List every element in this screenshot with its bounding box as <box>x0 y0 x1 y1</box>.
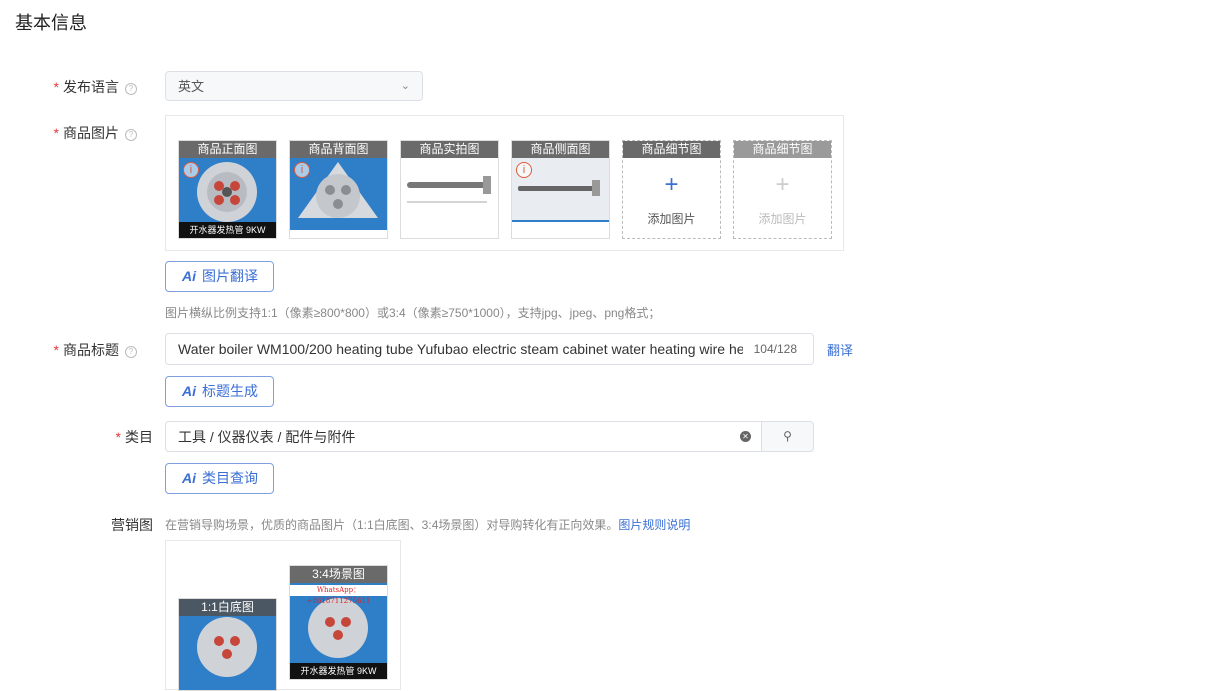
image-slot-side[interactable]: 商品侧面图 i <box>511 140 610 239</box>
warning-info-icon[interactable]: i <box>294 162 310 178</box>
language-select[interactable]: 英文 ⌄ <box>165 71 423 101</box>
plus-icon: + <box>775 171 790 198</box>
category-query-button[interactable]: Ai 类目查询 <box>165 463 274 494</box>
image-slot-real[interactable]: 商品实拍图 <box>400 140 499 239</box>
plus-icon: + <box>664 171 679 198</box>
chevron-down-icon: ⌄ <box>400 80 410 92</box>
image-hint: 图片横纵比例支持1:1（像素≥800*800）或3:4（像素≥750*1000）… <box>165 306 661 320</box>
help-icon[interactable]: ? <box>125 129 137 141</box>
image-slot-front[interactable]: 商品正面图 i 开水器发热管 9KW <box>178 140 277 239</box>
warning-info-icon[interactable]: i <box>183 162 199 178</box>
ai-icon: Ai <box>182 268 196 284</box>
product-images-panel: 商品正面图 i 开水器发热管 9KW 商品背面图 i 商品实拍图 商品侧面图 i… <box>165 115 844 251</box>
help-icon[interactable]: ? <box>125 83 137 95</box>
heating-tube-photo <box>407 176 491 203</box>
warning-info-icon[interactable]: i <box>516 162 532 178</box>
marketing-slot-3x4[interactable]: 3:4场景图 WhatsApp：+8618711275611 开水器发热管 9K… <box>289 565 388 680</box>
section-title: 基本信息 <box>15 13 87 33</box>
ai-icon: Ai <box>182 470 196 486</box>
language-label: * 发布语言? <box>17 77 137 97</box>
title-input[interactable]: Water boiler WM100/200 heating tube Yufu… <box>165 333 814 365</box>
image-rules-link[interactable]: 图片规则说明 <box>618 518 690 532</box>
marketing-images-panel: 1:1白底图 3:4场景图 WhatsApp：+8618711275611 开水… <box>165 540 401 691</box>
char-counter: 104/128 <box>747 334 797 364</box>
category-search-button[interactable]: ⚲ <box>761 421 814 452</box>
help-icon[interactable]: ? <box>125 346 137 358</box>
marketing-hint: 在营销导购场景，优质的商品图片（1:1白底图、3:4场景图）对导购转化有正向效果… <box>165 518 691 532</box>
marketing-slot-1x1[interactable]: 1:1白底图 <box>178 598 277 691</box>
search-icon: ⚲ <box>783 429 792 443</box>
category-label: * 类目 <box>115 429 153 445</box>
title-generate-button[interactable]: Ai 标题生成 <box>165 376 274 407</box>
image-slot-back[interactable]: 商品背面图 i <box>289 140 388 239</box>
marketing-label: 营销图 <box>111 517 153 533</box>
image-slot-add-disabled: 商品细节图 + 添加图片 <box>733 140 832 239</box>
category-input[interactable]: 工具 / 仪器仪表 / 配件与附件 ✕ <box>165 421 762 452</box>
images-label: * 商品图片? <box>17 123 137 143</box>
image-slot-add[interactable]: 商品细节图 + 添加图片 <box>622 140 721 239</box>
title-label: * 商品标题? <box>17 340 137 360</box>
clear-icon[interactable]: ✕ <box>740 431 751 442</box>
image-translate-button[interactable]: Ai 图片翻译 <box>165 261 274 292</box>
translate-link[interactable]: 翻译 <box>827 340 853 359</box>
ai-icon: Ai <box>182 383 196 399</box>
